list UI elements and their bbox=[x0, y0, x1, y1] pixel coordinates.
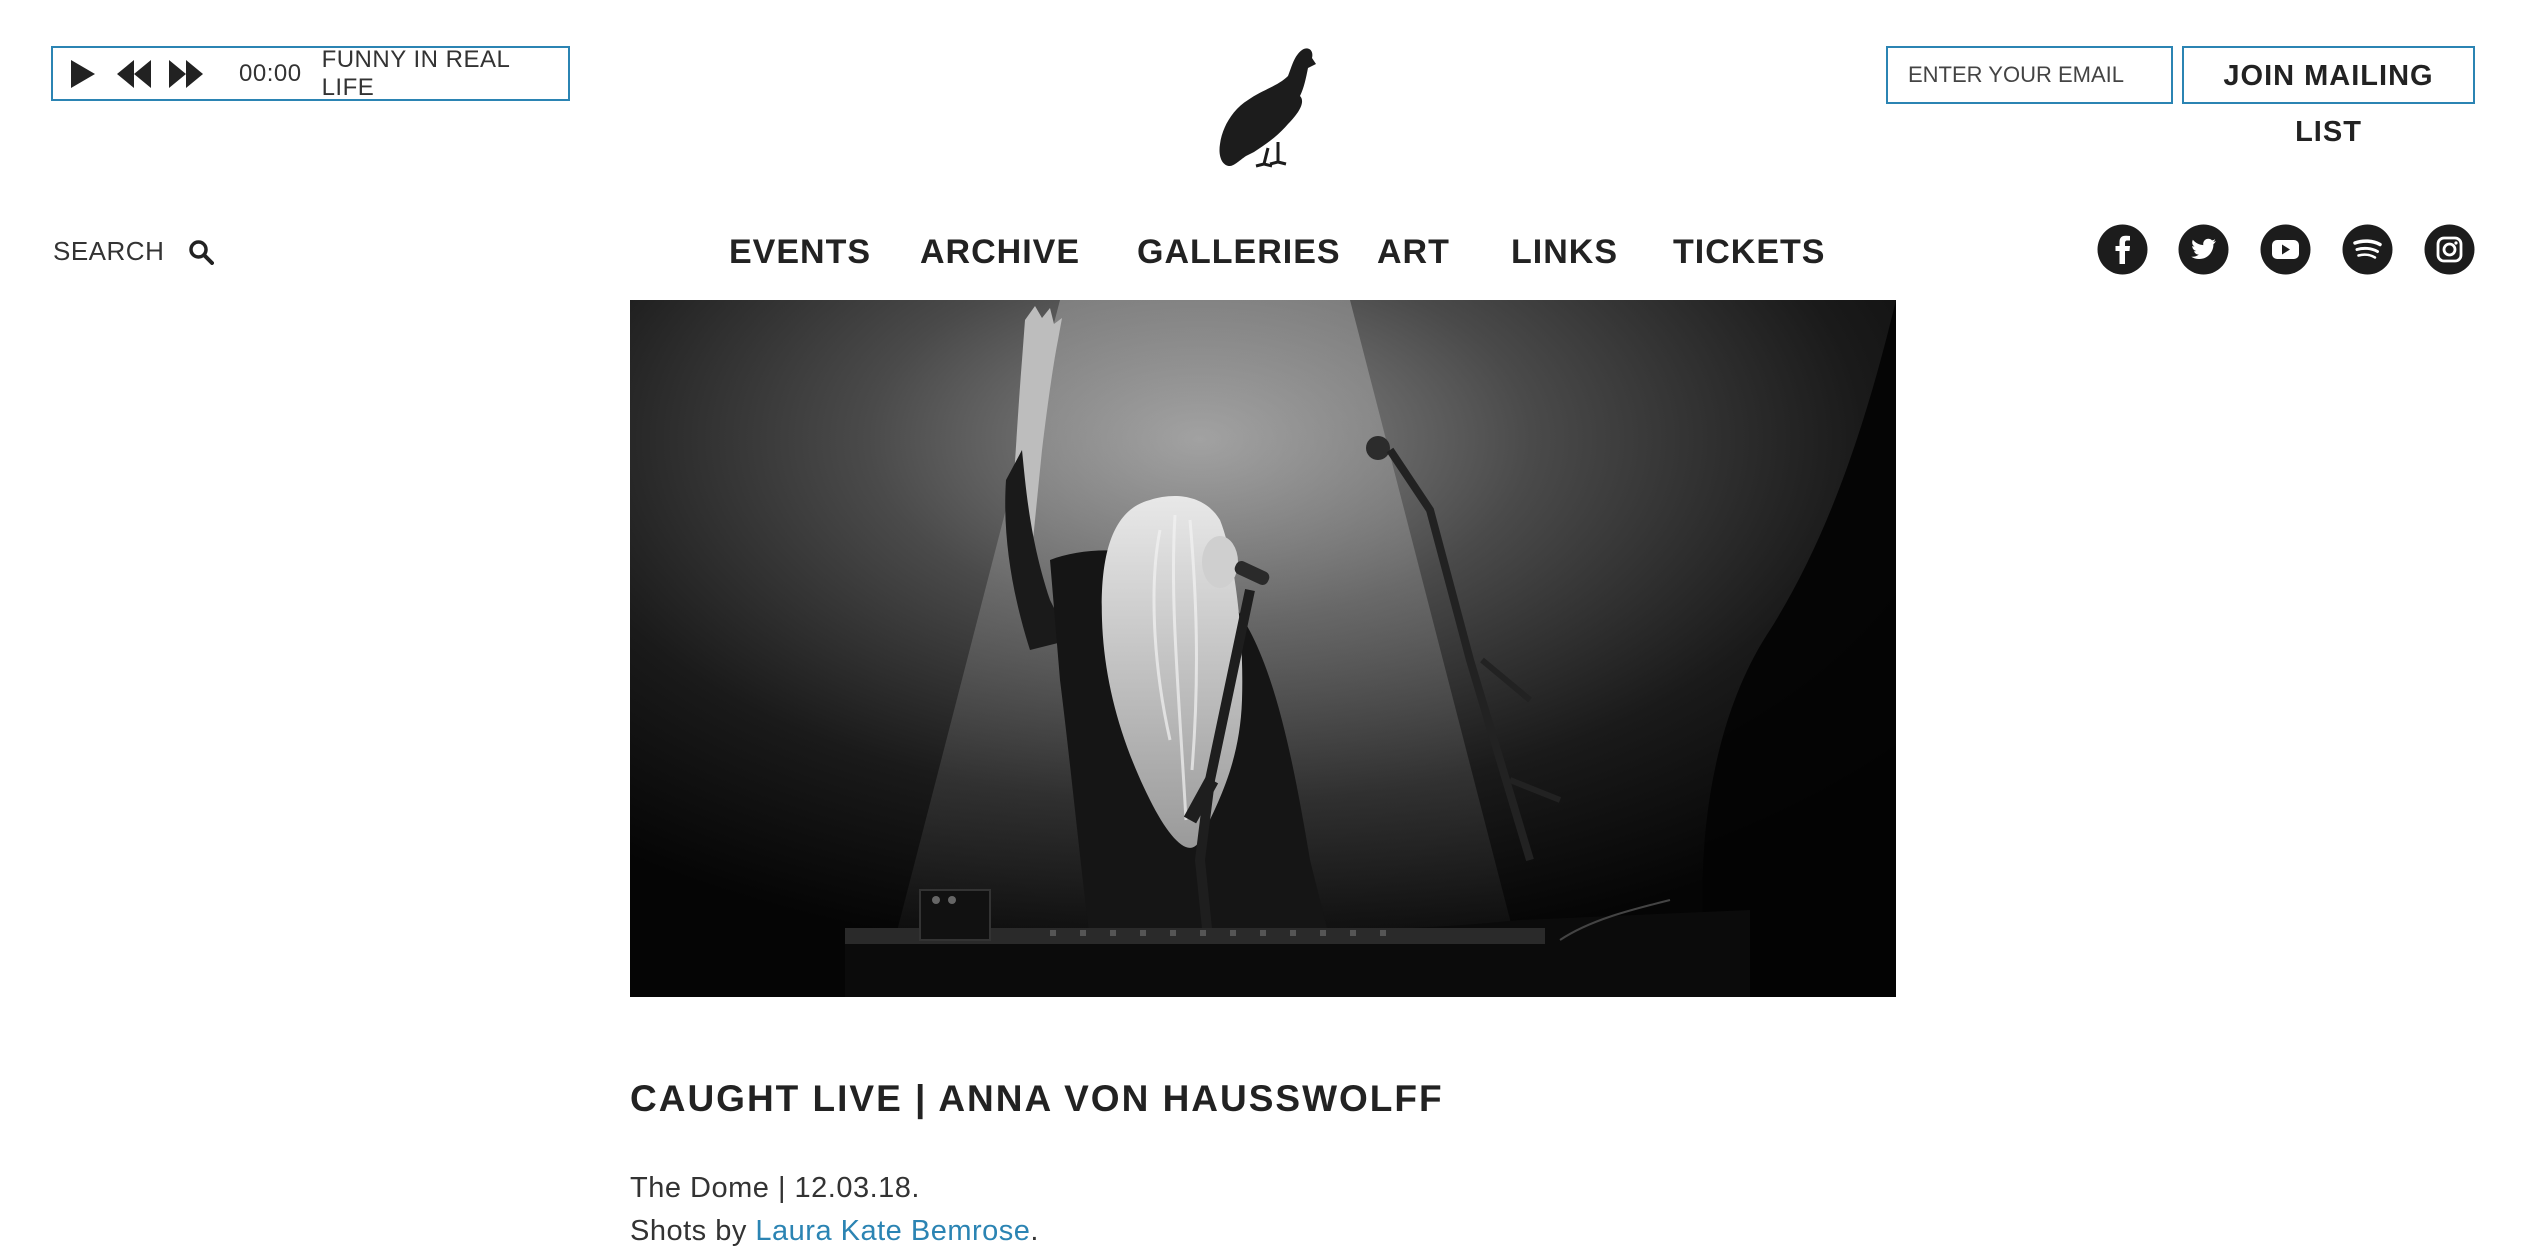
credit-prefix: Shots by bbox=[630, 1215, 756, 1247]
twitter-link[interactable] bbox=[2178, 224, 2229, 275]
spotify-link[interactable] bbox=[2342, 224, 2393, 275]
email-field[interactable] bbox=[1886, 46, 2173, 104]
article-title: CAUGHT LIVE | ANNA VON HAUSSWOLFF bbox=[630, 1078, 1444, 1119]
facebook-link[interactable] bbox=[2097, 224, 2148, 275]
join-button-label-continued[interactable]: LIST bbox=[2182, 116, 2475, 149]
youtube-link[interactable] bbox=[2260, 224, 2311, 275]
nav-item-galleries[interactable]: GALLERIES bbox=[1137, 233, 1341, 272]
rewind-button[interactable] bbox=[117, 59, 151, 88]
hero-photo bbox=[630, 300, 1896, 997]
join-mailing-list-button[interactable]: JOIN MAILING bbox=[2182, 46, 2475, 104]
concert-photo bbox=[630, 300, 1896, 997]
fast-forward-button[interactable] bbox=[169, 59, 203, 88]
join-button-label: JOIN MAILING bbox=[2223, 60, 2434, 92]
venue-date: The Dome | 12.03.18. bbox=[630, 1172, 920, 1204]
facebook-icon bbox=[2097, 224, 2148, 275]
spotify-icon bbox=[2342, 224, 2393, 275]
nav-item-tickets[interactable]: TICKETS bbox=[1673, 233, 1825, 272]
player-time: 00:00 bbox=[239, 59, 302, 87]
twitter-icon bbox=[2178, 224, 2229, 275]
nav-item-links[interactable]: LINKS bbox=[1511, 233, 1618, 272]
nav-item-events[interactable]: EVENTS bbox=[729, 233, 871, 272]
fast-forward-icon bbox=[169, 59, 203, 88]
instagram-icon bbox=[2424, 224, 2475, 275]
audio-player: 00:00 FUNNY IN REAL LIFE bbox=[51, 46, 570, 101]
main-nav: EVENTS ARCHIVE GALLERIES ART LINKS TICKE… bbox=[0, 233, 2529, 277]
instagram-link[interactable] bbox=[2424, 224, 2475, 275]
bird-logo-icon bbox=[1219, 48, 1316, 168]
rewind-icon bbox=[117, 59, 151, 88]
credit-suffix: . bbox=[1030, 1215, 1039, 1247]
photo-credit: Shots by Laura Kate Bemrose. bbox=[630, 1215, 1039, 1248]
youtube-icon bbox=[2260, 224, 2311, 275]
track-title[interactable]: FUNNY IN REAL LIFE bbox=[322, 46, 568, 102]
play-button[interactable] bbox=[71, 59, 95, 88]
play-icon bbox=[71, 59, 95, 88]
photographer-link[interactable]: Laura Kate Bemrose bbox=[755, 1215, 1030, 1247]
nav-item-archive[interactable]: ARCHIVE bbox=[920, 233, 1080, 272]
site-logo[interactable] bbox=[1208, 44, 1318, 170]
nav-item-art[interactable]: ART bbox=[1377, 233, 1450, 272]
